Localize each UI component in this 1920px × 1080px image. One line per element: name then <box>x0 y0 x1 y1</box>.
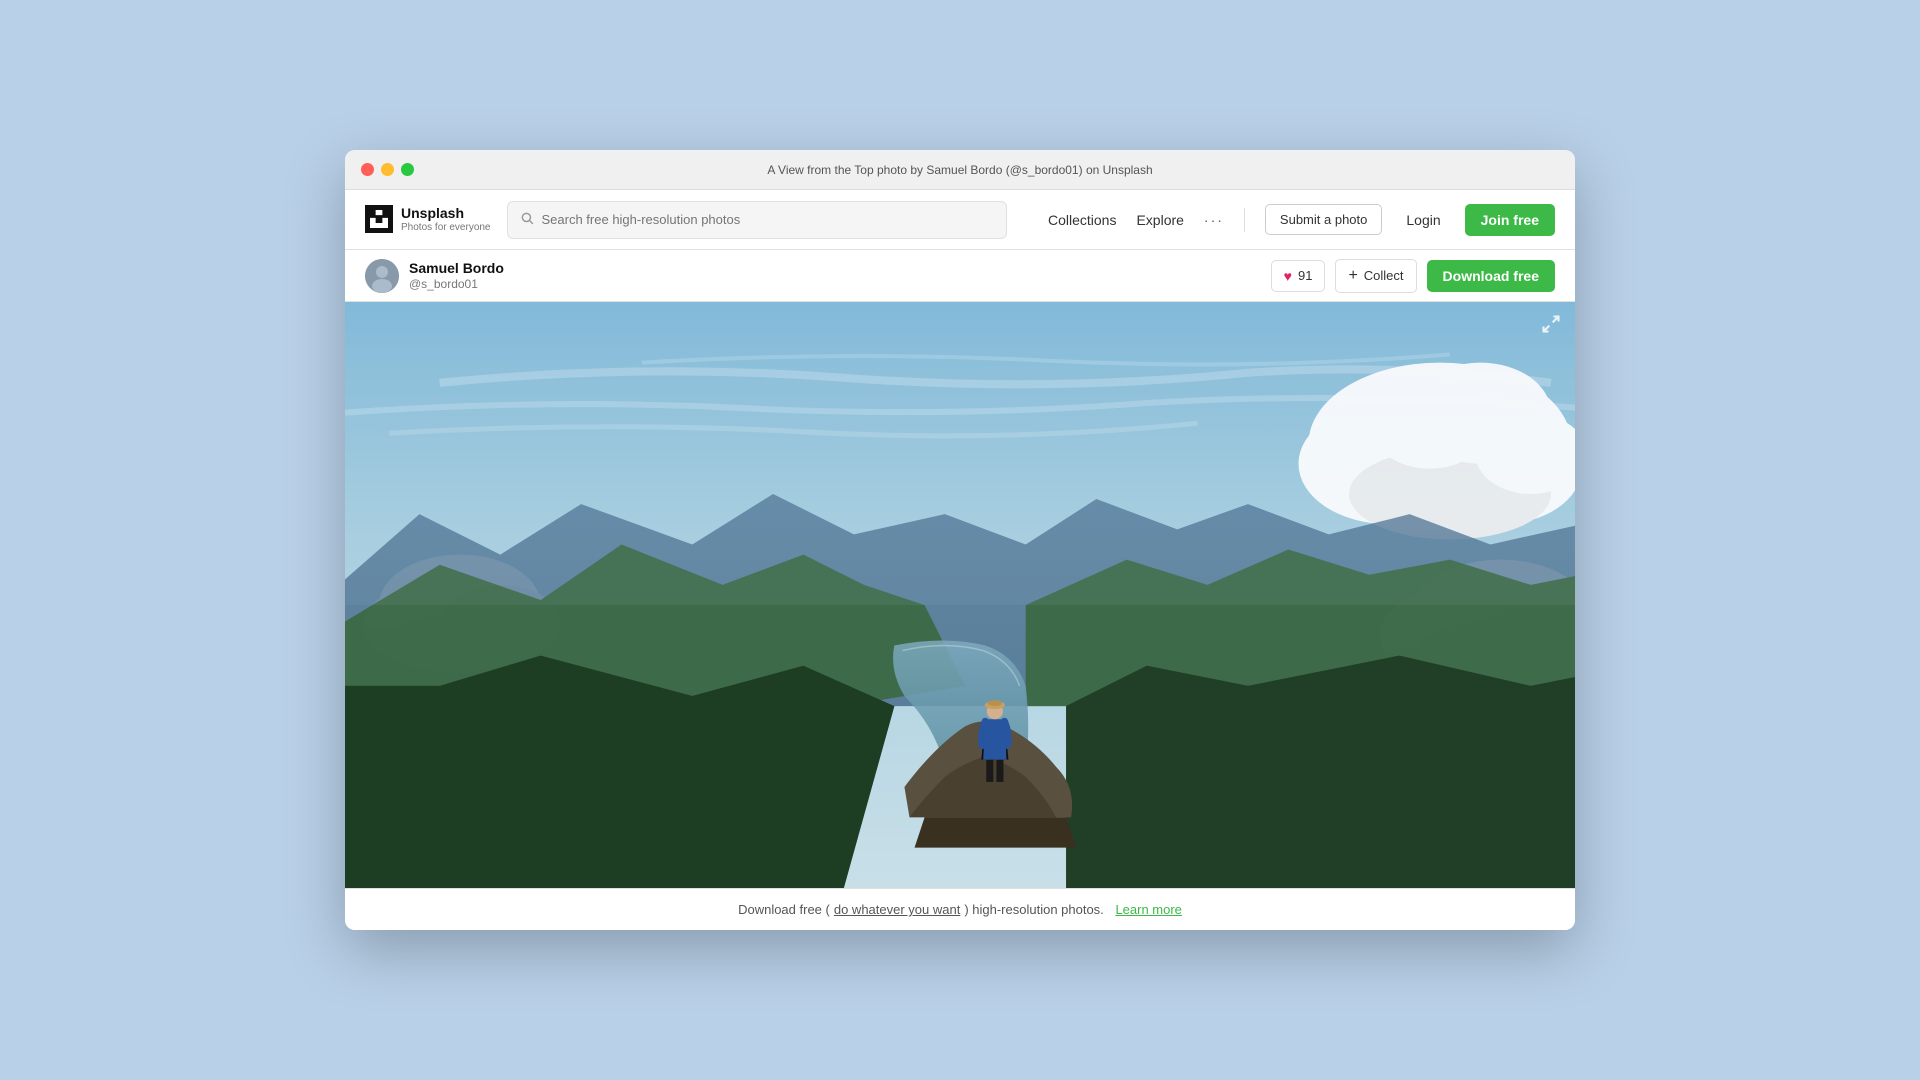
unsplash-logo-svg <box>370 210 388 228</box>
avatar-image <box>365 259 399 293</box>
title-bar: A View from the Top photo by Samuel Bord… <box>345 150 1575 190</box>
like-count: 91 <box>1298 268 1312 283</box>
page-title: A View from the Top photo by Samuel Bord… <box>767 163 1152 177</box>
minimize-button[interactable] <box>381 163 394 176</box>
download-button[interactable]: Download free <box>1427 260 1555 292</box>
collect-label: Collect <box>1364 268 1404 283</box>
logo-tagline: Photos for everyone <box>401 222 491 234</box>
plus-icon: + <box>1348 267 1357 285</box>
footer-space <box>1108 902 1112 917</box>
heart-icon: ♥ <box>1284 268 1292 284</box>
photo-bar: Samuel Bordo @s_bordo01 ♥ 91 + Collect D… <box>345 250 1575 302</box>
logo-icon <box>365 205 393 233</box>
browser-window: A View from the Top photo by Samuel Bord… <box>345 150 1575 930</box>
logo[interactable]: Unsplash Photos for everyone <box>365 205 491 234</box>
nav-explore[interactable]: Explore <box>1136 212 1183 228</box>
photo-area <box>345 302 1575 888</box>
footer-bar: Download free ( do whatever you want ) h… <box>345 888 1575 930</box>
nav-more[interactable]: ··· <box>1204 212 1224 228</box>
footer-learn-more-link[interactable]: Learn more <box>1115 902 1181 917</box>
search-icon <box>520 211 534 228</box>
close-button[interactable] <box>361 163 374 176</box>
photographer-info: Samuel Bordo @s_bordo01 <box>409 259 504 293</box>
nav-divider <box>1244 208 1245 232</box>
collect-button[interactable]: + Collect <box>1335 259 1416 293</box>
like-button[interactable]: ♥ 91 <box>1271 260 1326 292</box>
traffic-lights <box>361 163 414 176</box>
footer-license-link[interactable]: do whatever you want <box>834 902 960 917</box>
maximize-button[interactable] <box>401 163 414 176</box>
search-bar[interactable] <box>507 201 1007 239</box>
browser-content: Unsplash Photos for everyone Collections… <box>345 190 1575 930</box>
footer-text-middle: ) high-resolution photos. <box>964 902 1103 917</box>
footer-text-before: Download free ( <box>738 902 830 917</box>
login-button[interactable]: Login <box>1402 212 1444 228</box>
nav-links: Collections Explore ··· Submit a photo L… <box>1048 204 1555 236</box>
photo-actions: ♥ 91 + Collect Download free <box>1271 259 1555 293</box>
photographer[interactable]: Samuel Bordo @s_bordo01 <box>365 259 504 293</box>
logo-text: Unsplash Photos for everyone <box>401 205 491 234</box>
expand-icon[interactable] <box>1541 314 1561 339</box>
join-button[interactable]: Join free <box>1465 204 1555 236</box>
logo-brand: Unsplash <box>401 205 491 222</box>
photographer-name: Samuel Bordo <box>409 259 504 277</box>
avatar <box>365 259 399 293</box>
photo-svg <box>345 302 1575 888</box>
navbar: Unsplash Photos for everyone Collections… <box>345 190 1575 250</box>
photographer-handle: @s_bordo01 <box>409 277 504 293</box>
search-input[interactable] <box>542 212 994 227</box>
nav-collections[interactable]: Collections <box>1048 212 1116 228</box>
submit-photo-button[interactable]: Submit a photo <box>1265 204 1382 235</box>
